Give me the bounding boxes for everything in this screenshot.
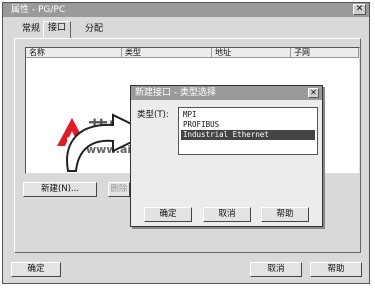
delete-button[interactable]: 删除 xyxy=(108,182,130,197)
type-option-profibus[interactable]: PROFIBUS xyxy=(181,120,315,130)
dialog-cancel-button[interactable]: 取消 xyxy=(203,207,251,222)
dialog-title-bar[interactable]: 新建接口 - 类型选择 ✕ xyxy=(131,86,322,100)
dialog-ok-button[interactable]: 确定 xyxy=(144,207,192,222)
new-button[interactable]: 新建(N)... xyxy=(23,182,97,197)
new-interface-dialog: 新建接口 - 类型选择 ✕ 类型(T): MPI PROFIBUS Indust… xyxy=(130,85,323,227)
type-list[interactable]: MPI PROFIBUS Industrial Ethernet xyxy=(178,107,318,155)
window-title-bar[interactable]: 属性 - PG/PC ✕ xyxy=(3,3,369,17)
dialog-help-button[interactable]: 帮助 xyxy=(261,207,309,222)
column-header-address[interactable]: 地址 xyxy=(212,48,291,58)
dialog-close-icon[interactable]: ✕ xyxy=(308,88,319,98)
window-title: 属性 - PG/PC xyxy=(11,5,66,15)
column-header-subnet[interactable]: 子网 xyxy=(291,48,359,58)
ok-button[interactable]: 确定 xyxy=(11,262,61,277)
help-button[interactable]: 帮助 xyxy=(310,262,362,277)
column-header-name[interactable]: 名称 xyxy=(26,48,122,58)
column-header-type[interactable]: 类型 xyxy=(122,48,212,58)
tab-assignment[interactable]: 分配 xyxy=(80,22,108,37)
cancel-button[interactable]: 取消 xyxy=(250,262,302,277)
tab-general[interactable]: 常规 xyxy=(17,22,45,37)
close-icon[interactable]: ✕ xyxy=(353,4,366,15)
type-option-industrial-ethernet[interactable]: Industrial Ethernet xyxy=(181,130,315,140)
type-label: 类型(T): xyxy=(137,110,169,120)
dialog-title: 新建接口 - 类型选择 xyxy=(135,88,216,98)
type-option-mpi[interactable]: MPI xyxy=(181,110,315,120)
tab-interface[interactable]: 接口 xyxy=(43,21,72,38)
